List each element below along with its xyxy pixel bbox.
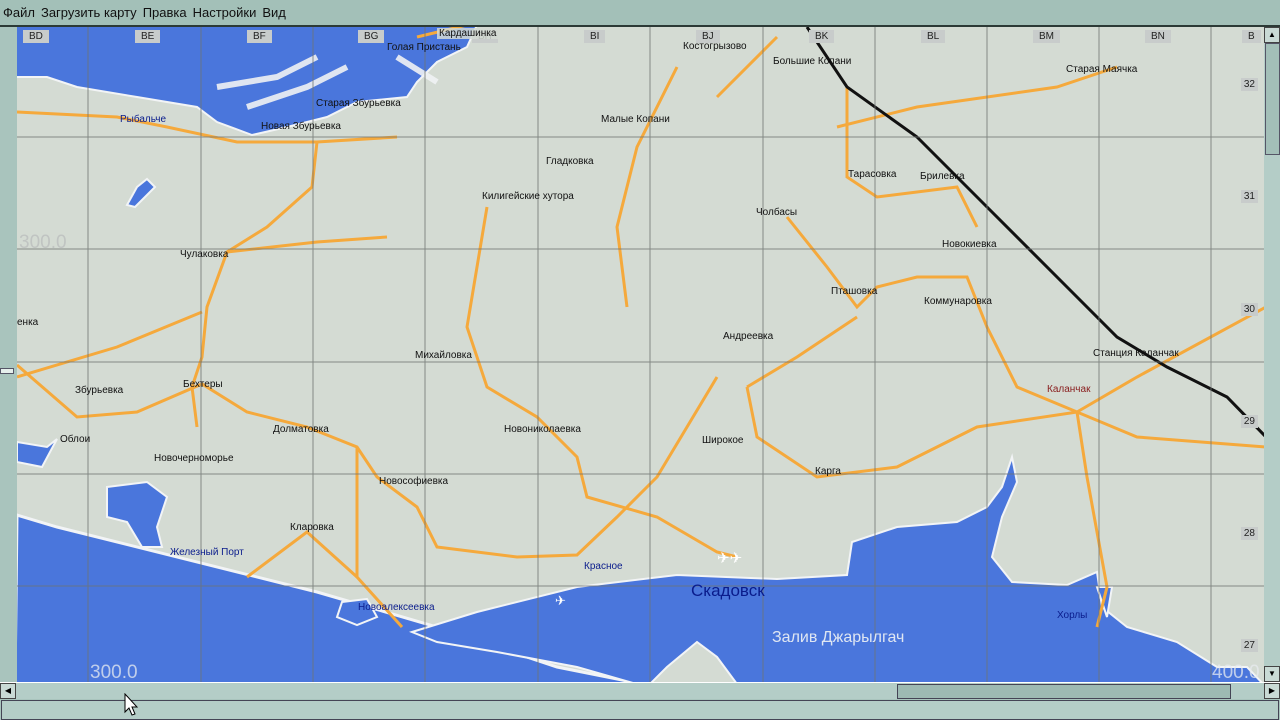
town-label[interactable]: Хорлы xyxy=(1057,610,1087,621)
scroll-down-button[interactable]: ▼ xyxy=(1264,666,1280,682)
town-label[interactable]: Новая Збурьевка xyxy=(261,121,341,132)
town-label[interactable]: Михайловка xyxy=(415,350,472,361)
town-label[interactable]: Большие Копани xyxy=(773,56,851,67)
scroll-right-button[interactable]: ▶ xyxy=(1264,683,1280,699)
status-bar xyxy=(1,700,1279,720)
town-label[interactable]: Гладковка xyxy=(546,156,594,167)
row-label: 31 xyxy=(1240,190,1258,203)
town-label[interactable]: Новософиевка xyxy=(379,476,448,487)
mouse-cursor-icon xyxy=(124,693,138,716)
town-label[interactable]: Карга xyxy=(815,466,841,477)
column-label: BD xyxy=(23,30,49,43)
town-label[interactable]: Станция Каланчак xyxy=(1093,348,1179,359)
row-label: 30 xyxy=(1240,303,1258,316)
column-label: BK xyxy=(809,30,835,43)
menu-view[interactable]: Вид xyxy=(259,5,289,20)
town-label[interactable]: Новокиевка xyxy=(942,239,997,250)
town-label[interactable]: Брилевка xyxy=(920,171,965,182)
town-label[interactable]: Старая Збурьевка xyxy=(316,98,401,109)
horizontal-scroll-thumb[interactable] xyxy=(897,684,1231,699)
row-label: 29 xyxy=(1240,415,1258,428)
menu-edit[interactable]: Правка xyxy=(140,5,190,20)
gulf-label: Залив Джарылгач xyxy=(772,629,905,646)
menu-settings[interactable]: Настройки xyxy=(190,5,260,20)
town-label[interactable]: Долматовка xyxy=(273,424,329,435)
scroll-up-button[interactable]: ▲ xyxy=(1264,27,1280,43)
town-label[interactable]: Железный Порт xyxy=(170,547,244,558)
town-label[interactable]: Килигейские хутора xyxy=(482,191,574,202)
airplane-icon: ✈ xyxy=(555,593,566,608)
left-ruler xyxy=(0,27,18,682)
town-label[interactable]: Коммунаровка xyxy=(924,296,992,307)
water xyxy=(17,27,1263,682)
town-label[interactable]: Чулаковка xyxy=(180,249,228,260)
town-label[interactable]: Новочерноморье xyxy=(154,453,234,464)
row-label: 27 xyxy=(1240,639,1258,652)
row-label: 28 xyxy=(1240,527,1258,540)
town-label[interactable]: Широкое xyxy=(702,435,743,446)
scale-label: 300.0 xyxy=(19,232,67,253)
town-label[interactable]: Каланчак xyxy=(1047,384,1090,395)
scale-label: 300.0 xyxy=(90,662,138,682)
column-label: BG xyxy=(358,30,385,43)
railway xyxy=(805,27,1264,438)
column-label: BN xyxy=(1145,30,1171,43)
town-label[interactable]: Тарасовка xyxy=(848,169,897,180)
scale-label: 400.0 xyxy=(1212,662,1260,682)
town-label[interactable]: енка xyxy=(17,317,38,328)
column-label: BF xyxy=(247,30,272,43)
town-label[interactable]: Збурьевка xyxy=(75,385,123,396)
map-view[interactable]: BD BE BF BG BH BI BJ BK BL BM BN B 32 31… xyxy=(17,27,1264,682)
town-label[interactable]: Костогрызово xyxy=(683,41,747,52)
city-label[interactable]: Скадовск xyxy=(691,582,765,600)
menu-load-map[interactable]: Загрузить карту xyxy=(38,5,140,20)
town-label[interactable]: Старая Маячка xyxy=(1066,64,1137,75)
horizontal-scrollbar[interactable]: ◀ ▶ xyxy=(0,682,1280,699)
town-label[interactable]: Пташовка xyxy=(831,286,877,297)
vertical-scrollbar[interactable]: ▲ ▼ xyxy=(1264,27,1280,682)
town-label[interactable]: Новониколаевка xyxy=(504,424,581,435)
scroll-left-button[interactable]: ◀ xyxy=(0,683,16,699)
menu-bar: Файл Загрузить карту Правка Настройки Ви… xyxy=(0,0,1280,27)
column-label: BL xyxy=(921,30,946,43)
position-marker[interactable] xyxy=(0,368,14,374)
column-label: BE xyxy=(135,30,161,43)
town-label[interactable]: Кардашинка xyxy=(437,28,499,39)
town-label[interactable]: Кларовка xyxy=(290,522,334,533)
town-label[interactable]: Чолбасы xyxy=(756,207,797,218)
town-label[interactable]: Андреевка xyxy=(723,331,773,342)
town-label[interactable]: Малые Копани xyxy=(601,114,670,125)
airplane-icon: ✈✈ xyxy=(717,550,743,567)
column-label: BI xyxy=(584,30,606,43)
map-canvas xyxy=(17,27,1264,682)
town-label[interactable]: Рыбальче xyxy=(120,114,166,125)
menu-file[interactable]: Файл xyxy=(0,5,38,20)
column-label: B xyxy=(1242,30,1261,43)
town-label[interactable]: Голая Пристань xyxy=(387,42,461,53)
column-label: BM xyxy=(1033,30,1060,43)
row-label: 32 xyxy=(1240,78,1258,91)
town-label[interactable]: Новоалексеевка xyxy=(358,602,435,613)
town-label[interactable]: Красное xyxy=(584,561,623,572)
vertical-scroll-thumb[interactable] xyxy=(1265,43,1280,155)
town-label[interactable]: Облои xyxy=(60,434,90,445)
town-label[interactable]: Бехтеры xyxy=(183,379,223,390)
